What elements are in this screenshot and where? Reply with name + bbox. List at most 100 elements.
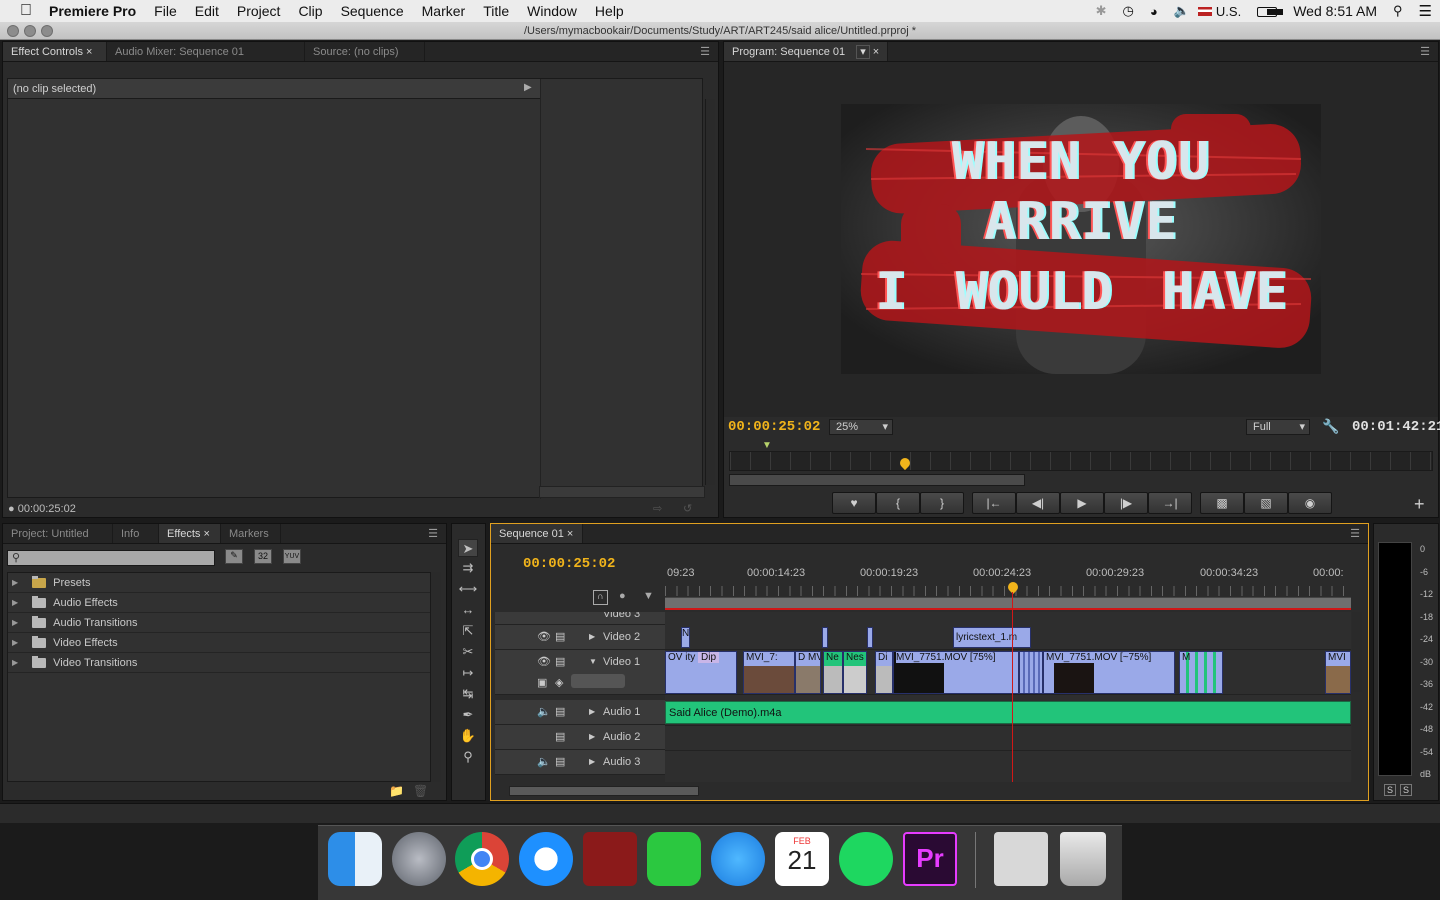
snap-icon[interactable]: ∩ [593, 590, 608, 605]
audio-clip[interactable]: Said Alice (Demo).m4a [665, 701, 1351, 724]
32bit-badge[interactable]: 32 [254, 549, 272, 564]
expand-arrow-icon[interactable]: ▶ [12, 658, 18, 667]
eye-icon[interactable]: 👁 [537, 630, 551, 643]
sync-lock-icon[interactable]: ▤ [555, 630, 565, 643]
expand-arrow-icon[interactable]: ▶ [589, 732, 595, 741]
menu-window[interactable]: Window [518, 3, 586, 19]
wifi-icon[interactable]: ◕ [1142, 4, 1166, 19]
rolling-edit-tool-icon[interactable]: ↔ [458, 601, 478, 619]
quality-select[interactable]: Full ▾ [1246, 419, 1310, 435]
list-item[interactable]: ▶ Presets [8, 573, 430, 593]
volume-icon[interactable]: 🔈 [1166, 3, 1198, 19]
expand-arrow-icon[interactable]: ▶ [589, 632, 595, 641]
time-machine-icon[interactable]: ◷ [1115, 3, 1142, 19]
apple-icon[interactable]:  [0, 2, 41, 20]
slip-tool-icon[interactable]: ↦ [458, 664, 478, 682]
zoom-select[interactable]: 25% ▾ [829, 419, 893, 435]
wrench-icon[interactable]: 🔧 [1322, 418, 1339, 435]
messages-icon[interactable] [711, 832, 765, 886]
video-frame[interactable]: WHEN YOU ARRIVE I WOULD HAVE [841, 104, 1321, 374]
razor-tool-icon[interactable]: ✂ [458, 643, 478, 661]
video-clip-main[interactable]: MVI_7751.MOV [75%] [893, 651, 1019, 694]
horizontal-scrollbar[interactable] [539, 486, 705, 498]
list-item[interactable]: ▶ Video Transitions [8, 653, 430, 673]
collapse-arrow-icon[interactable]: ▼ [589, 657, 597, 666]
close-window-button[interactable] [7, 25, 19, 37]
video-clip[interactable]: MVI_7: [743, 651, 795, 694]
bluetooth-icon[interactable]: ✱ [1088, 3, 1115, 19]
premiere-pro-icon[interactable]: Pr [903, 832, 957, 886]
launchpad-icon[interactable] [392, 832, 446, 886]
zoom-scrollbar[interactable] [729, 474, 1025, 486]
menu-project[interactable]: Project [228, 3, 290, 19]
speaker-icon[interactable]: 🔈 [537, 705, 551, 718]
hand-tool-icon[interactable]: ✋ [458, 727, 478, 745]
track-header-audio-2[interactable]: ▤ ▶ Audio 2 [495, 725, 665, 750]
track-header-video-1[interactable]: 👁 ▤ ▼ Video 1 ▣ ◈ [495, 650, 665, 695]
sync-lock-icon[interactable]: ▤ [555, 755, 565, 768]
video-clip[interactable]: Ne [823, 651, 843, 694]
display-style-icon[interactable]: ▣ [537, 676, 547, 689]
yuv-badge[interactable]: YUV [283, 549, 301, 564]
chevron-down-icon[interactable]: ▾ [856, 45, 870, 59]
video-clip[interactable]: OV ity Dip [665, 651, 737, 694]
menu-help[interactable]: Help [586, 3, 633, 19]
tab-source[interactable]: Source: (no clips) [305, 42, 425, 61]
track-header-audio-3[interactable]: 🔈 ▤ ▶ Audio 3 [495, 750, 665, 775]
menu-file[interactable]: File [145, 3, 186, 19]
rate-stretch-tool-icon[interactable]: ⇱ [458, 622, 478, 640]
set-marker-icon[interactable]: ● [619, 590, 626, 602]
program-timecode[interactable]: 00:00:25:02 [728, 419, 820, 435]
eye-icon[interactable]: 👁 [537, 655, 551, 668]
calendar-icon[interactable]: FEB 21 [775, 832, 829, 886]
new-bin-icon[interactable]: 📁 [389, 784, 404, 798]
lyrics-clip[interactable]: lyricstext_1.m [953, 627, 1031, 648]
list-item[interactable]: ▶ Audio Effects [8, 593, 430, 613]
accelerated-effects-icon[interactable]: ✎ [225, 549, 243, 564]
extract-button[interactable]: ▧ [1244, 492, 1288, 514]
minimize-window-button[interactable] [24, 25, 36, 37]
vertical-scrollbar[interactable] [431, 572, 441, 782]
panel-menu-icon[interactable]: ☰ [428, 527, 438, 540]
menu-marker[interactable]: Marker [413, 3, 475, 19]
program-time-ruler[interactable] [729, 451, 1433, 471]
pen-tool-icon[interactable]: ✒ [458, 706, 478, 724]
audio-scrollbar[interactable] [1352, 700, 1362, 780]
ripple-edit-tool-icon[interactable]: ⟷ [458, 580, 478, 598]
timeline-timecode[interactable]: 00:00:25:02 [523, 556, 615, 572]
facetime-icon[interactable] [647, 832, 701, 886]
sync-lock-icon[interactable]: ▤ [555, 705, 565, 718]
expand-arrow-icon[interactable]: ▶ [524, 82, 532, 93]
trash-icon[interactable] [1060, 832, 1106, 886]
spotify-icon[interactable] [839, 832, 893, 886]
tab-program[interactable]: Program: Sequence 01 ▾ × [724, 42, 888, 61]
finder-icon[interactable] [328, 832, 382, 886]
panel-menu-icon[interactable]: ☰ [700, 45, 710, 58]
sync-lock-icon[interactable]: ▤ [555, 655, 565, 668]
loop-icon[interactable]: ↺ [683, 502, 692, 515]
tab-sequence[interactable]: Sequence 01 × [491, 524, 583, 543]
selection-tool-icon[interactable]: ➤ [458, 539, 478, 557]
timeline-horizontal-scrollbar[interactable] [509, 786, 699, 796]
tab-effects[interactable]: Effects × [159, 524, 221, 543]
photo-booth-icon[interactable] [583, 832, 637, 886]
menu-edit[interactable]: Edit [186, 3, 228, 19]
button-editor-icon[interactable]: + [1414, 494, 1425, 515]
safari-icon[interactable] [519, 832, 573, 886]
video-scrollbar[interactable] [1352, 612, 1362, 692]
mark-out-button[interactable]: } [920, 492, 964, 514]
close-icon[interactable]: × [204, 528, 210, 540]
tab-audio-mixer[interactable]: Audio Mixer: Sequence 01 [107, 42, 305, 61]
close-icon[interactable]: × [86, 46, 92, 58]
work-area-bar[interactable] [665, 598, 1351, 610]
track-select-tool-icon[interactable]: ⇉ [458, 559, 478, 577]
sync-lock-icon[interactable]: ▤ [555, 730, 565, 743]
expand-arrow-icon[interactable]: ▶ [589, 757, 595, 766]
video-clip[interactable]: M [1179, 651, 1223, 694]
keyframe-nav[interactable] [571, 674, 625, 688]
video-clip[interactable] [1019, 651, 1043, 694]
video-clip[interactable]: N [681, 627, 690, 648]
panel-menu-icon[interactable]: ☰ [1420, 45, 1430, 58]
keyframe-icon[interactable]: ◈ [555, 676, 563, 689]
step-forward-button[interactable]: |▶ [1104, 492, 1148, 514]
